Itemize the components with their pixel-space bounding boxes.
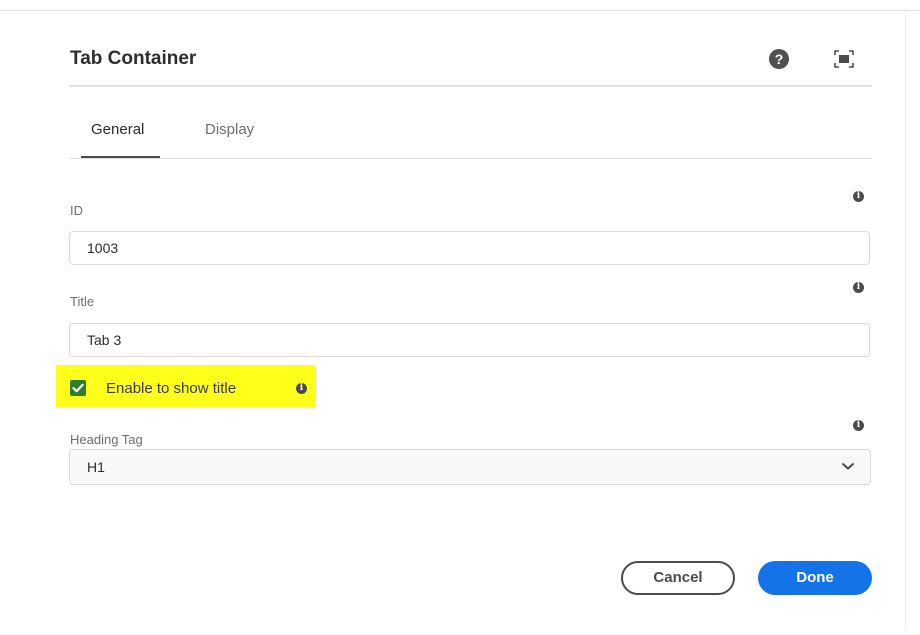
title-divider bbox=[69, 85, 872, 87]
title-info-icon[interactable]: i bbox=[853, 282, 864, 293]
heading-tag-value: H1 bbox=[87, 459, 105, 475]
title-label: Title bbox=[70, 294, 95, 309]
heading-tag-select[interactable]: H1 bbox=[69, 449, 871, 485]
tab-display[interactable]: Display bbox=[205, 121, 254, 138]
tabs-divider bbox=[69, 158, 872, 159]
done-button[interactable]: Done bbox=[758, 561, 872, 595]
heading-tag-label: Heading Tag bbox=[70, 432, 143, 447]
title-input[interactable] bbox=[69, 323, 870, 357]
id-input[interactable] bbox=[69, 231, 870, 265]
tab-container-dialog bbox=[0, 11, 906, 631]
dialog-title: Tab Container bbox=[70, 48, 197, 69]
show-title-info-icon[interactable]: i bbox=[296, 383, 307, 394]
screenshot-frame: Tab Container ? General Display ID i Tit… bbox=[0, 0, 920, 635]
cancel-button[interactable]: Cancel bbox=[621, 561, 735, 595]
chevron-down-icon bbox=[842, 463, 854, 470]
id-label: ID bbox=[70, 203, 83, 218]
heading-tag-info-icon[interactable]: i bbox=[853, 420, 864, 431]
help-icon[interactable]: ? bbox=[769, 49, 789, 69]
dialog-edge bbox=[905, 11, 906, 631]
show-title-label[interactable]: Enable to show title bbox=[106, 380, 236, 397]
show-title-checkbox[interactable] bbox=[70, 380, 86, 396]
fullscreen-icon[interactable] bbox=[834, 50, 854, 68]
tab-general[interactable]: General bbox=[91, 121, 144, 138]
id-info-icon[interactable]: i bbox=[853, 191, 864, 202]
check-icon bbox=[72, 383, 84, 393]
